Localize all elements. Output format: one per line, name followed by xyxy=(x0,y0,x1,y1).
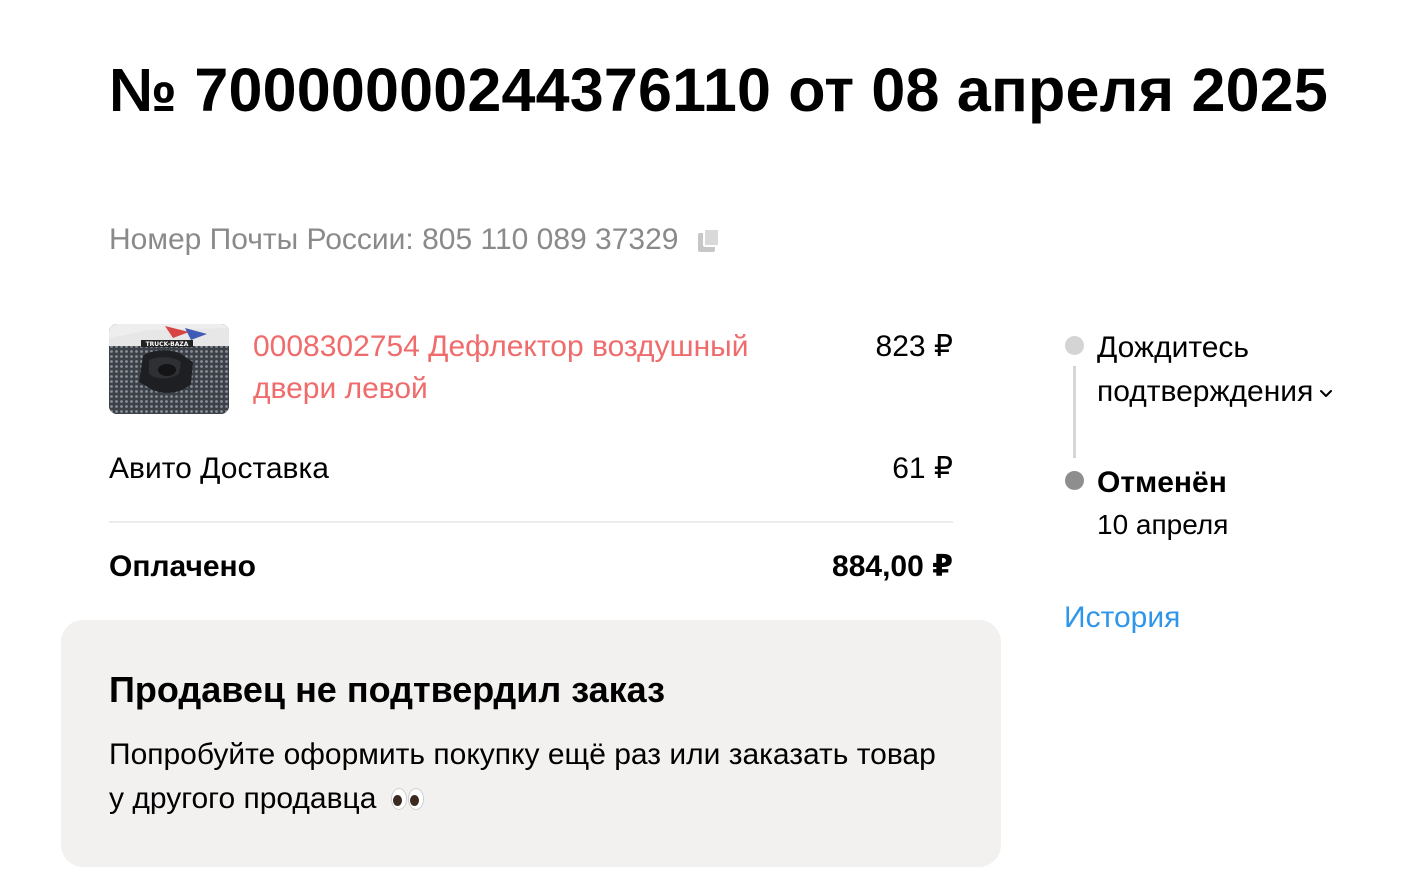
timeline-step-cancelled-date: 10 апреля xyxy=(1097,509,1229,540)
item-price: 823 ₽ xyxy=(875,330,953,363)
order-page: № 70000000244376110 от 08 апреля 2025 Но… xyxy=(0,0,1410,884)
timeline-step-cancelled: Отменён xyxy=(1097,466,1227,499)
delivery-row: Авито Доставка 61 ₽ xyxy=(109,448,953,490)
timeline-dot-current xyxy=(1065,471,1084,490)
notice-text: Попробуйте оформить покупку ещё раз или … xyxy=(109,738,936,815)
copy-icon[interactable] xyxy=(696,226,724,254)
tracking-number-label: Номер Почты России: 805 110 089 37329 xyxy=(109,223,679,256)
paid-row: Оплачено 884,00 ₽ xyxy=(109,546,953,588)
delivery-label: Авито Доставка xyxy=(109,452,329,485)
notice-text-block: Попробуйте оформить покупку ещё раз или … xyxy=(109,733,949,821)
notice-title: Продавец не подтвердил заказ xyxy=(109,669,666,710)
eyes-icon xyxy=(390,788,425,812)
order-title: № 70000000244376110 от 08 апреля 2025 xyxy=(109,56,1328,124)
item-thumbnail-image: TRUCK-BAZA xyxy=(109,324,229,414)
notice-card: Продавец не подтвердил заказ Попробуйте … xyxy=(61,620,1001,867)
order-status-timeline: Дождитесь подтверждения Отменён 10 апрел… xyxy=(1064,330,1394,560)
delivery-price: 61 ₽ xyxy=(892,452,953,485)
tracking-number-line: Номер Почты России: 805 110 089 37329 xyxy=(109,220,724,260)
copy-icon-front-sheet xyxy=(703,228,721,247)
chevron-down-icon xyxy=(1320,390,1333,398)
item-thumbnail-caption: TRUCK-BAZA xyxy=(146,341,189,348)
eye-left xyxy=(390,788,407,811)
paid-total: 884,00 ₽ xyxy=(832,550,953,583)
order-item-row: TRUCK-BAZA 0008302754 Дефлектор воздушны… xyxy=(109,322,953,416)
eye-right xyxy=(407,788,424,811)
item-name-link[interactable]: 0008302754 Дефлектор воздушный двери лев… xyxy=(253,326,793,410)
item-thumbnail[interactable]: TRUCK-BAZA xyxy=(109,324,229,414)
timeline-dot-pending xyxy=(1065,336,1084,355)
timeline-connector xyxy=(1073,366,1076,458)
history-link[interactable]: История xyxy=(1064,597,1180,639)
summary-divider xyxy=(109,521,953,523)
timeline-step-awaiting-confirmation[interactable]: Дождитесь подтверждения xyxy=(1097,326,1397,414)
paid-label: Оплачено xyxy=(109,550,256,583)
timeline-step-awaiting-label: Дождитесь подтверждения xyxy=(1097,331,1314,408)
